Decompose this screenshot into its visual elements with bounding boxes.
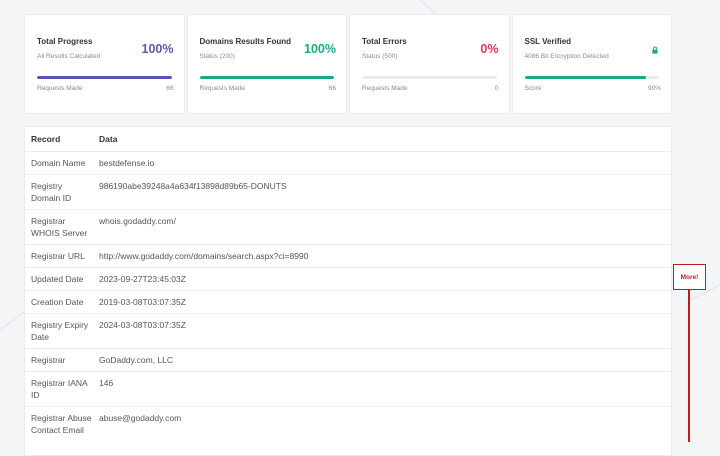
card-footer-value: 66 <box>166 85 174 92</box>
whois-table: Record Data Domain Name bestdefense.io Re… <box>25 127 671 441</box>
progress-bar <box>199 76 334 79</box>
table-row: Updated Date 2023-09-27T23:45:03Z <box>25 267 671 291</box>
card-percent: 100% <box>304 42 336 56</box>
record-cell: Registry Expiry Date <box>25 313 93 349</box>
data-cell: 986190abe39248a4a634f13898d89b65-DONUTS <box>93 174 671 210</box>
table-row: Registrar IANA ID 146 <box>25 371 671 407</box>
card-footer-value: 0 <box>494 85 499 92</box>
table-row: Registrar GoDaddy.com, LLC <box>25 348 671 372</box>
data-cell: 2023-09-27T23:45:03Z <box>93 267 671 291</box>
card-footer-label: Requests Made <box>362 85 408 92</box>
lock-icon <box>652 46 658 54</box>
record-cell: Registrar Abuse Contact Email <box>25 406 93 441</box>
stat-card-domains-found: Domains Results Found Status (200) 100% … <box>186 14 347 114</box>
card-footer-label: Requests Made <box>37 85 83 92</box>
record-cell: Registrar URL <box>25 244 93 268</box>
record-cell: Creation Date <box>25 290 93 314</box>
record-cell: Registrar WHOIS Server <box>25 209 93 245</box>
data-cell: http://www.godaddy.com/domains/search.as… <box>93 244 671 268</box>
record-cell: Domain Name <box>25 151 93 175</box>
stats-cards: Total Progress All Results Calculated 10… <box>24 14 672 114</box>
card-percent: 100% <box>141 42 174 56</box>
data-cell: whois.godaddy.com/ <box>93 209 671 245</box>
record-cell: Registrar <box>25 348 93 372</box>
whois-table-panel: Record Data Domain Name bestdefense.io Re… <box>24 126 672 456</box>
column-header-data: Data <box>99 134 118 144</box>
stat-card-total-progress: Total Progress All Results Calculated 10… <box>24 14 185 114</box>
data-cell: bestdefense.io <box>93 151 671 175</box>
progress-bar <box>362 76 497 79</box>
data-cell: 2024-03-08T03:07:35Z <box>93 313 671 349</box>
more-annotation-button[interactable]: More! <box>673 264 706 290</box>
table-row: Registry Expiry Date 2024-03-08T03:07:35Z <box>25 313 671 349</box>
card-subtitle: 4086 Bit Encryption Detected <box>524 53 609 60</box>
data-cell: abuse@godaddy.com <box>93 406 671 441</box>
column-header-record: Record <box>31 134 61 144</box>
progress-bar <box>37 76 172 79</box>
progress-fill <box>37 76 172 79</box>
data-cell: 146 <box>93 371 671 407</box>
table-header-row: Record Data <box>25 127 671 152</box>
record-cell: Registry Domain ID <box>25 174 93 210</box>
data-cell: GoDaddy.com, LLC <box>93 348 671 372</box>
card-title: SSL Verified <box>524 37 572 46</box>
card-footer-label: Requests Made <box>199 85 246 92</box>
record-cell: Registrar IANA ID <box>25 371 93 407</box>
card-footer-label: Score <box>524 85 542 92</box>
card-subtitle: Status (500) <box>362 53 398 60</box>
stat-card-total-errors: Total Errors Status (500) 0% Requests Ma… <box>349 14 510 114</box>
card-title: Total Errors <box>362 37 407 46</box>
table-row: Creation Date 2019-03-08T03:07:35Z <box>25 290 671 314</box>
table-row: Domain Name bestdefense.io <box>25 151 671 175</box>
table-row: Registrar Abuse Contact Email abuse@godad… <box>25 406 671 441</box>
annotation-line <box>688 290 690 442</box>
stat-card-ssl-verified: SSL Verified 4086 Bit Encryption Detecte… <box>511 14 672 114</box>
data-cell: 2019-03-08T03:07:35Z <box>93 290 671 314</box>
table-row: Registry Domain ID 986190abe39248a4a634f1… <box>25 174 671 210</box>
card-footer-value: 90% <box>647 85 661 92</box>
progress-fill <box>524 76 646 79</box>
card-footer-value: 66 <box>328 85 336 92</box>
table-row: Registrar WHOIS Server whois.godaddy.com/ <box>25 209 671 245</box>
card-percent: 0% <box>480 42 499 56</box>
progress-bar <box>524 76 659 79</box>
progress-fill <box>199 76 334 79</box>
table-row: Registrar URL http://www.godaddy.com/doma… <box>25 244 671 268</box>
record-cell: Updated Date <box>25 267 93 291</box>
